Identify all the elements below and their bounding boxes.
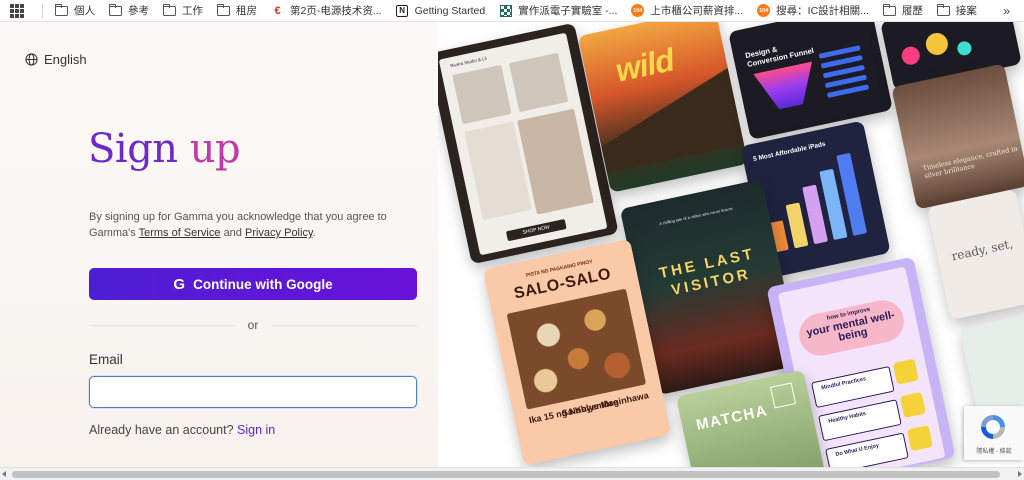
signup-panel: English Sign up By signing up for Gamma … bbox=[0, 22, 438, 467]
template-card-funnel: Design & Conversion Funnel bbox=[728, 22, 893, 140]
folder-icon bbox=[216, 3, 230, 17]
page-title: Sign up bbox=[88, 126, 241, 172]
bookmarks-overflow-chevron-icon[interactable]: » bbox=[1003, 4, 1010, 18]
google-button-label: Continue with Google bbox=[193, 276, 333, 292]
email-field[interactable] bbox=[89, 376, 417, 408]
sunglasses-photo bbox=[452, 64, 512, 125]
smiley-icon bbox=[899, 391, 926, 418]
language-label: English bbox=[44, 52, 87, 67]
bookmarks-bar: 個人 參考 工作 租房 € 第2页-电源技术资... N Getting Sta… bbox=[0, 0, 1024, 22]
bookmark-folder-personal[interactable]: 個人 bbox=[54, 3, 95, 18]
folder-icon bbox=[54, 3, 68, 17]
recaptcha-badge[interactable]: 隱私權 - 條款 bbox=[964, 406, 1024, 460]
folder-icon bbox=[162, 3, 176, 17]
template-card-jewelry: Timeless elegance, crafted in silver bri… bbox=[891, 63, 1024, 210]
bookmark-folder-rent[interactable]: 租房 bbox=[216, 3, 257, 18]
euro-favicon-icon: € bbox=[274, 4, 281, 17]
privacy-policy-link[interactable]: Privacy Policy bbox=[245, 227, 313, 239]
template-card-ready-set: ready, set, bbox=[927, 188, 1024, 321]
email-label: Email bbox=[89, 352, 123, 367]
google-icon: G bbox=[173, 275, 186, 293]
language-selector[interactable]: English bbox=[25, 52, 87, 67]
scrollbar-thumb[interactable] bbox=[12, 471, 1000, 478]
104-favicon-icon: 104 bbox=[757, 4, 771, 17]
bookmark-salary-rank[interactable]: 104 上市櫃公司薪資排... bbox=[631, 3, 743, 18]
grid-icon bbox=[770, 382, 797, 409]
smiley-icon bbox=[892, 358, 919, 385]
terms-of-service-link[interactable]: Terms of Service bbox=[139, 227, 221, 239]
bookmark-getting-started[interactable]: N Getting Started bbox=[396, 4, 485, 17]
bookmark-folder-freelance[interactable]: 接案 bbox=[936, 3, 977, 18]
apps-grid-icon[interactable] bbox=[10, 3, 24, 18]
globe-icon bbox=[25, 53, 38, 66]
folder-icon bbox=[882, 3, 896, 17]
sign-in-link[interactable]: Sign in bbox=[237, 423, 275, 437]
funnel-graphic bbox=[753, 61, 820, 113]
continue-with-google-button[interactable]: G Continue with Google bbox=[89, 268, 417, 300]
bookmark-folder-reference[interactable]: 參考 bbox=[108, 3, 149, 18]
shop-now-label: SHOP NOW bbox=[505, 218, 567, 242]
template-collage: Rivera Studio & Lil SHOP NOW wild Design… bbox=[438, 22, 1024, 467]
bookmark-electronics-lab[interactable]: 實作派電子實驗室 -... bbox=[499, 3, 617, 18]
folder-icon bbox=[936, 3, 950, 17]
bookmark-power-tech[interactable]: € 第2页-电源技术资... bbox=[271, 3, 381, 18]
smiley-icon bbox=[906, 425, 933, 452]
bookmark-folder-resume[interactable]: 履歷 bbox=[882, 3, 923, 18]
notion-icon: N bbox=[396, 4, 409, 17]
template-collage-panel: Rivera Studio & Lil SHOP NOW wild Design… bbox=[438, 22, 1024, 467]
bookmark-folder-work[interactable]: 工作 bbox=[162, 3, 203, 18]
folder-icon bbox=[108, 3, 122, 17]
checker-favicon-icon bbox=[499, 4, 512, 17]
or-divider: or bbox=[89, 316, 418, 334]
legal-notice: By signing up for Gamma you acknowledge … bbox=[89, 211, 387, 239]
bookmarks-separator bbox=[42, 3, 43, 18]
recaptcha-icon bbox=[981, 415, 1005, 439]
scroll-right-arrow-icon[interactable] bbox=[1018, 471, 1022, 477]
horizontal-scrollbar[interactable] bbox=[0, 467, 1024, 480]
104-favicon-icon: 104 bbox=[631, 4, 645, 17]
sunglasses-photo bbox=[508, 52, 569, 113]
food-photo bbox=[506, 288, 647, 410]
bookmark-ic-design-search[interactable]: 104 搜尋：IC設計相關... bbox=[757, 3, 869, 18]
scroll-left-arrow-icon[interactable] bbox=[2, 471, 6, 477]
signin-prompt: Already have an account? Sign in bbox=[89, 423, 276, 437]
